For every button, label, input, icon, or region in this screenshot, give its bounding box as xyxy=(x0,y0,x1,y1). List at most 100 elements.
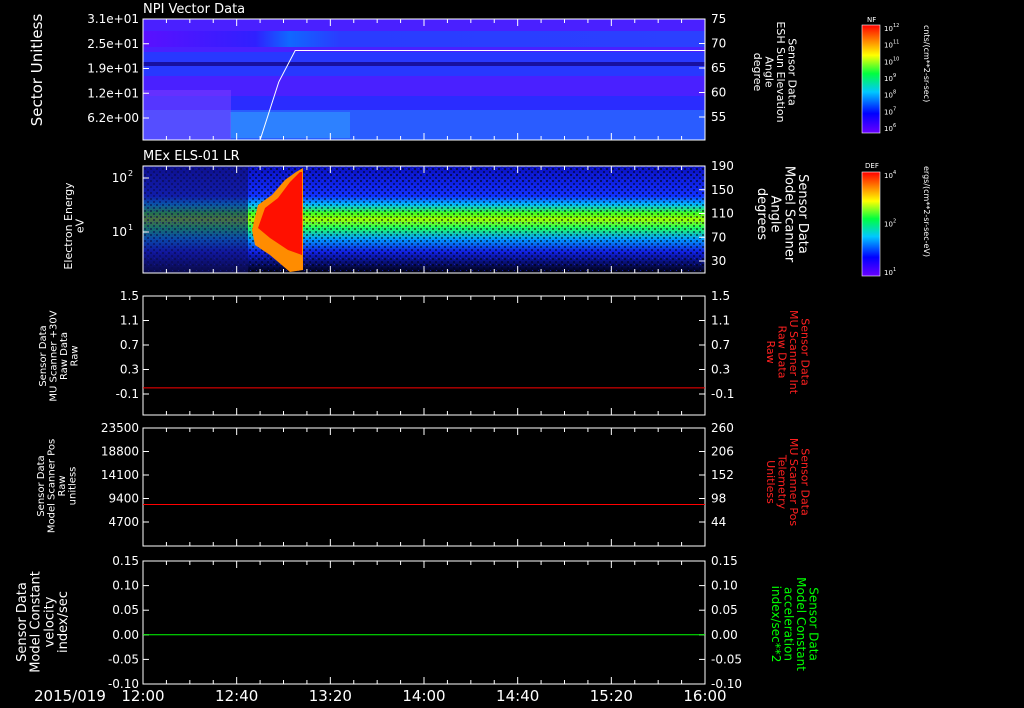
panel3-y-tick-label: 1.1 xyxy=(120,314,139,328)
panel2-y2-tick-label: 70 xyxy=(711,230,726,244)
time-tick-label: 12:00 xyxy=(121,687,164,705)
panel5-y2-tick-label: -0.05 xyxy=(711,652,742,666)
colorbar-tick-exp: 2 xyxy=(893,219,896,225)
colorbar-tick-exp: 10 xyxy=(893,56,899,62)
colorbar-nf-unit: cnts/(cm**2-sr-sec) xyxy=(922,25,931,102)
panel3-y-tick-label: 0.7 xyxy=(120,338,139,352)
colorbar-tick-label: 10 xyxy=(884,221,893,229)
panel4-y2label: Sensor DataMU Scanner PosTelemetryUnitle… xyxy=(764,438,812,527)
colorbar-def-ticks: 10 410 210 1 xyxy=(884,170,896,277)
panel5-y2label-line: index/sec**2 xyxy=(769,586,783,663)
panel4-ylabel-line: unitless xyxy=(67,467,78,506)
time-tick-label: 16:00 xyxy=(683,687,726,705)
panel4: 23500 18800 14100 9400 4700 260 206 152 98 44 Sens… xyxy=(36,421,812,547)
panel1-early-block xyxy=(143,90,231,140)
panel2-y2-tick-label: 150 xyxy=(711,183,734,197)
panel5-y2label: Sensor DataModel Constantaccelerationind… xyxy=(769,577,821,671)
colorbar-tick-exp: 12 xyxy=(893,23,899,29)
panel1-y2-tick-label: 55 xyxy=(711,110,726,124)
panel3-y2-tick-label: -0.1 xyxy=(711,387,734,401)
panel5-y-tick-label: 0.05 xyxy=(112,603,139,617)
colorbar-tick-exp: 9 xyxy=(893,73,896,79)
panel3-ylabel-line: MU Scanner +30V xyxy=(48,310,59,401)
panel1-y2label-text-line: degree xyxy=(751,53,764,92)
panel4-ylabel: Sensor Data Model Scanner Pos Raw unitless xyxy=(36,439,79,533)
panel5-ylabel-line: index/sec xyxy=(56,591,71,653)
panel1-title: NPI Vector Data xyxy=(143,2,245,17)
panel4-y2-tick-label: 152 xyxy=(711,468,734,482)
panel3-y2-tick-label: 0.3 xyxy=(711,363,730,377)
colorbar-tick-exp: 11 xyxy=(893,40,899,46)
panel4-y-tick-label: 4700 xyxy=(108,515,139,529)
panel1-y-tick-label: 1.2e+01 xyxy=(87,86,139,100)
time-tick-label: 12:40 xyxy=(215,687,258,705)
panel5-y-tick-label: -0.05 xyxy=(108,652,139,666)
panel4-ylabel-line: Model Scanner Pos xyxy=(46,439,57,533)
colorbar-nf: NF 10 1210 1110 1010 910 810 710 6 cnts/(cm**2-… xyxy=(861,16,931,134)
panel2-y-tick-exp: 1 xyxy=(128,223,133,232)
panel2-y2-tick-label: 30 xyxy=(711,254,726,268)
panel2-title: MEx ELS-01 LR xyxy=(143,149,240,164)
panel5-y-tick-label: 0.15 xyxy=(112,554,139,568)
colorbar-tick-label: 10 xyxy=(884,92,893,100)
panel1-y2-tick-label: 60 xyxy=(711,86,726,100)
colorbar-nf-gradient xyxy=(861,24,881,134)
panel4-y-tick-label: 14100 xyxy=(101,468,139,482)
panel1-band-bottom-fade xyxy=(230,112,350,138)
panel2-y2-tick-label: 190 xyxy=(711,159,734,173)
panel1-band-dark1 xyxy=(143,62,705,66)
panel-els: MEx ELS-01 LR 10 210 1 1901501107030 Elect… xyxy=(62,149,810,274)
panel3-y2axis: 1.5 1.1 0.7 0.3 -0.1 xyxy=(699,289,734,401)
panel3-ylabel-line: Raw xyxy=(69,345,80,366)
panel1-y2-tick-label: 70 xyxy=(711,37,726,51)
panel2-y2-tick-label: 110 xyxy=(711,207,734,221)
panel4-y-tick-label: 9400 xyxy=(108,492,139,506)
time-tick-label: 13:20 xyxy=(309,687,352,705)
panel5-y2-tick-label: 0.00 xyxy=(711,628,738,642)
panel5-y-tick-label: 0.00 xyxy=(112,628,139,642)
line-panels: 1.5 1.1 0.7 0.3 -0.1 1.5 1.1 0.7 0.3 -0.1 Sensor D… xyxy=(15,289,821,691)
panel3-ylabel-line: Sensor Data xyxy=(38,325,49,386)
colorbar-tick-label: 10 xyxy=(884,108,893,116)
summary-plot: NPI Vector Data 3.1e+01 2.5e+01 1.9e+01 1.2… xyxy=(15,2,931,705)
panel3-ylabel-line: Raw Data xyxy=(59,332,70,380)
time-axis: 2015/019 12:00 12:40 13:20 14:00 14:40 15:20 1… xyxy=(34,687,727,705)
colorbar-tick-exp: 6 xyxy=(893,123,896,129)
colorbar-tick-exp: 4 xyxy=(893,170,896,176)
colorbar-def-unit: ergs/(cm**2-sr-sec-eV) xyxy=(922,166,931,257)
colorbar-tick-label: 10 xyxy=(884,172,893,180)
panel5-frame xyxy=(142,560,706,685)
panel3-yaxis: 1.5 1.1 0.7 0.3 -0.1 xyxy=(116,289,149,401)
panel3-y-tick-label: 0.3 xyxy=(120,363,139,377)
panel3: 1.5 1.1 0.7 0.3 -0.1 1.5 1.1 0.7 0.3 -0.1 Sensor D… xyxy=(38,289,811,416)
colorbar-nf-ticks: 10 1210 1110 1010 910 810 710 6 xyxy=(884,23,899,133)
panel2-ylabel: Electron EnergyeV xyxy=(62,182,87,270)
panel1-ylabel: Sector Unitless xyxy=(28,14,46,127)
panel2-ylabel-text: Electron EnergyeV xyxy=(62,182,87,270)
panel1-y2label-text: Sensor DataESH Sun ElevationAngledegree xyxy=(751,21,799,122)
panel2-y2label-text-line: degrees xyxy=(754,188,769,241)
colorbar-tick-label: 10 xyxy=(884,58,893,66)
panel2-y-tick-label: 10 xyxy=(112,225,127,239)
panel5-y2-tick-label: 0.15 xyxy=(711,554,738,568)
panel3-y-tick-label: -0.1 xyxy=(116,387,139,401)
panel1-y2label: Sensor DataESH Sun ElevationAngledegree xyxy=(751,21,799,122)
panel2-y2label: Sensor DataModel ScannerAngledegrees xyxy=(754,166,810,263)
panel2-y-tick-exp: 2 xyxy=(128,169,133,178)
panel4-y2-tick-label: 206 xyxy=(711,445,734,459)
panel5: 0.150.100.050.00-0.05-0.100.150.100.050.… xyxy=(15,554,821,691)
panel3-y-tick-label: 1.5 xyxy=(120,289,139,303)
panel3-y2-tick-label: 1.5 xyxy=(711,289,730,303)
panel4-y-tick-label: 23500 xyxy=(101,421,139,435)
panel2-y2label-text: Sensor DataModel ScannerAngledegrees xyxy=(754,166,810,263)
panel4-ylabel-line: Sensor Data xyxy=(36,455,47,516)
panel1-y-tick-label: 3.1e+01 xyxy=(87,12,139,26)
panel2-ylabel-text-line: eV xyxy=(74,218,87,233)
panel5-y-tick-label: 0.10 xyxy=(112,579,139,593)
panel5-y2-tick-label: 0.10 xyxy=(711,579,738,593)
panel1-y-tick-label: 2.5e+01 xyxy=(87,37,139,51)
panel5-y2-tick-label: 0.05 xyxy=(711,603,738,617)
panel3-y2-tick-label: 0.7 xyxy=(711,338,730,352)
panel2-y-tick-label: 10 xyxy=(112,171,127,185)
panel1-y2-tick-label: 65 xyxy=(711,61,726,75)
